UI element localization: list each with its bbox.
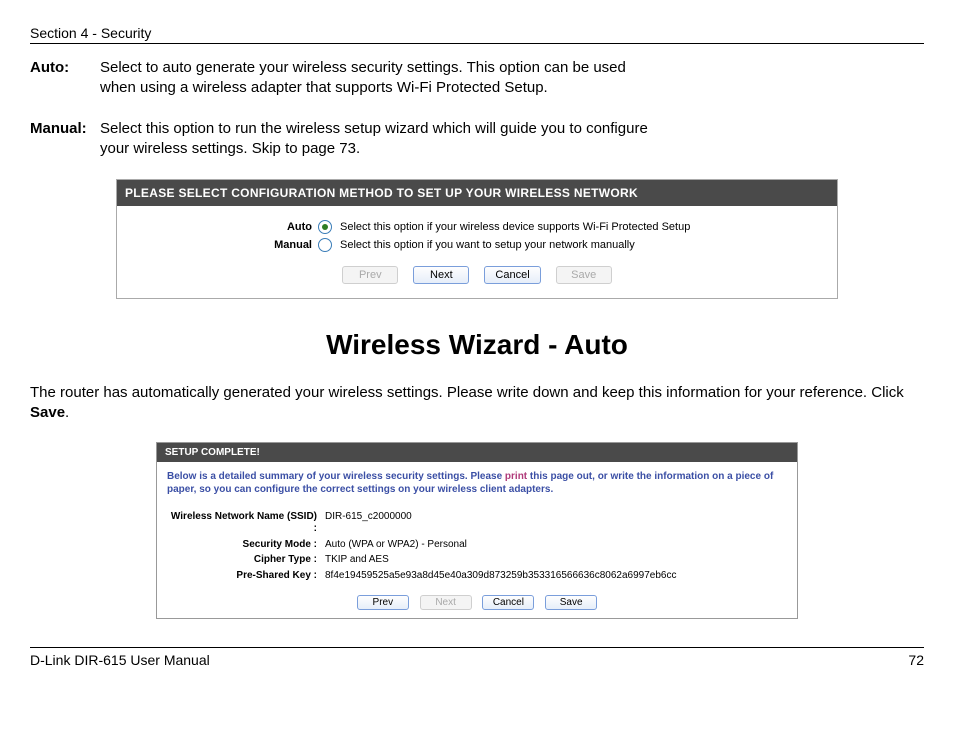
panel-title: PLEASE SELECT CONFIGURATION METHOD TO SE…: [117, 180, 837, 206]
field-label: Security Mode :: [167, 539, 321, 552]
prev-button: Prev: [342, 266, 398, 284]
option-manual-desc: Select this option if you want to setup …: [332, 239, 635, 251]
save-button: Save: [556, 266, 612, 284]
body-text-end: .: [65, 404, 69, 421]
body-text: The router has automatically generated y…: [30, 384, 904, 401]
option-manual-row: Manual Select this option if you want to…: [127, 238, 827, 252]
field-label: Wireless Network Name (SSID) :: [167, 511, 321, 536]
footer-page-number: 72: [908, 652, 924, 668]
page-title: Wireless Wizard - Auto: [30, 329, 924, 361]
option-auto-row: Auto Select this option if your wireless…: [127, 220, 827, 234]
option-manual-label: Manual: [127, 239, 318, 251]
cancel-button[interactable]: Cancel: [482, 595, 534, 610]
option-auto-desc: Select this option if your wireless devi…: [332, 221, 690, 233]
definition-auto: Auto: Select to auto generate your wirel…: [30, 58, 924, 99]
body-paragraph: The router has automatically generated y…: [30, 383, 924, 424]
fields-block: Wireless Network Name (SSID) : DIR-615_c…: [157, 505, 797, 590]
panel-body: Auto Select this option if your wireless…: [117, 206, 837, 298]
button-row: Prev Next Cancel Save: [157, 595, 797, 610]
config-method-panel: PLEASE SELECT CONFIGURATION METHOD TO SE…: [116, 179, 838, 299]
footer-manual-name: D-Link DIR-615 User Manual: [30, 652, 210, 668]
field-label: Cipher Type :: [167, 554, 321, 567]
save-button[interactable]: Save: [545, 595, 597, 610]
field-label: Pre-Shared Key :: [167, 570, 321, 583]
field-value: 8f4e19459525a5e93a8d45e40a309d873259b353…: [321, 570, 787, 581]
prev-button[interactable]: Prev: [357, 595, 409, 610]
intro-text-1: Below is a detailed summary of your wire…: [167, 471, 505, 482]
field-security-mode: Security Mode : Auto (WPA or WPA2) - Per…: [167, 539, 787, 552]
radio-manual[interactable]: [318, 238, 332, 252]
definitions: Auto: Select to auto generate your wirel…: [30, 58, 924, 159]
print-word: print: [505, 471, 527, 482]
field-ssid: Wireless Network Name (SSID) : DIR-615_c…: [167, 511, 787, 536]
radio-auto[interactable]: [318, 220, 332, 234]
save-word: Save: [30, 404, 65, 421]
definition-manual: Manual: Select this option to run the wi…: [30, 119, 924, 160]
option-auto-label: Auto: [127, 221, 318, 233]
panel-title: SETUP COMPLETE!: [157, 443, 797, 462]
button-row: Prev Next Cancel Save: [127, 266, 827, 284]
def-term: Manual:: [30, 119, 100, 160]
field-value: TKIP and AES: [321, 554, 787, 565]
def-desc: Select this option to run the wireless s…: [100, 119, 660, 160]
def-term: Auto:: [30, 58, 100, 99]
field-value: DIR-615_c2000000: [321, 511, 787, 522]
def-desc: Select to auto generate your wireless se…: [100, 58, 660, 99]
panel-intro: Below is a detailed summary of your wire…: [157, 462, 797, 505]
cancel-button[interactable]: Cancel: [484, 266, 540, 284]
field-value: Auto (WPA or WPA2) - Personal: [321, 539, 787, 550]
page-footer: D-Link DIR-615 User Manual 72: [30, 647, 924, 668]
field-cipher-type: Cipher Type : TKIP and AES: [167, 554, 787, 567]
next-button[interactable]: Next: [413, 266, 469, 284]
field-preshared-key: Pre-Shared Key : 8f4e19459525a5e93a8d45e…: [167, 570, 787, 583]
section-header: Section 4 - Security: [30, 25, 924, 44]
next-button: Next: [420, 595, 472, 610]
setup-complete-panel: SETUP COMPLETE! Below is a detailed summ…: [156, 442, 798, 620]
